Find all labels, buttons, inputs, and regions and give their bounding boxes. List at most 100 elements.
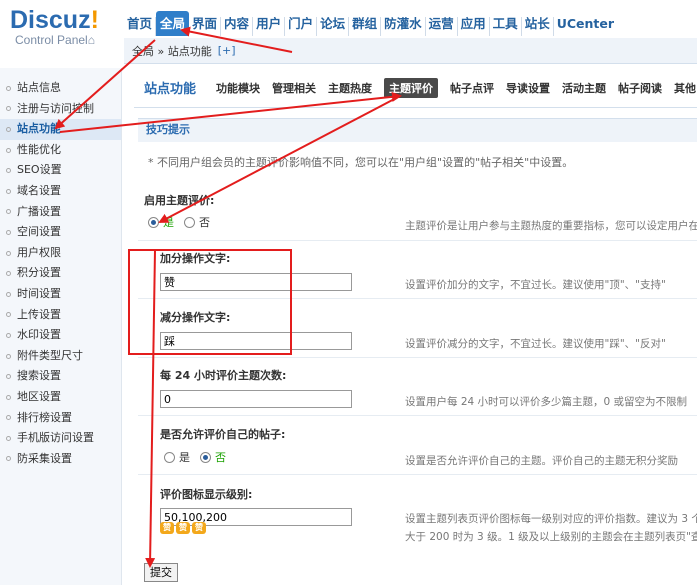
sub-tab[interactable]: 其他 [674,80,696,96]
bullet-icon [6,271,11,277]
topnav-item[interactable]: 工具 [490,17,522,36]
bullet-icon [6,168,11,174]
sub-tab[interactable]: 导读设置 [506,80,550,96]
submit-button[interactable]: 提交 [144,563,178,582]
topnav-item[interactable]: 门户 [285,17,318,36]
sub-tab[interactable]: 活动主题 [562,80,606,96]
divider [138,240,697,241]
sidebar-item[interactable]: 附件类型尺寸 [0,346,121,367]
sidebar-item[interactable]: 积分设置 [0,263,121,284]
main-header: 站点功能 功能模块 管理相关 主题热度 主题评价 帖子点评 导读设置 活动主题 帖子阅读 其他 [134,68,697,108]
sidebar-item[interactable]: 域名设置 [0,181,121,202]
sidebar-item-label: 手机版访问设置 [17,431,94,445]
enable-rating-no-radio[interactable] [184,216,195,228]
topnav-item[interactable]: 全局 [156,11,190,36]
rating-badge-icon: 赞 [160,522,174,534]
daily-limit-input[interactable] [160,390,352,408]
sub-tab[interactable]: 帖子点评 [450,80,494,96]
sub-tab[interactable]: 功能模块 [216,80,260,96]
enable-rating-yes-radio[interactable] [148,216,159,228]
sidebar-item[interactable]: 防采集设置 [0,449,121,470]
sub-tab[interactable]: 管理相关 [272,80,316,96]
divider [138,474,697,475]
self-rate-label: 是否允许评价自己的帖子: [160,428,286,441]
home-icon[interactable]: ⌂ [88,33,95,47]
self-rate-yes-radio[interactable] [164,451,175,463]
topnav-item[interactable]: 内容 [221,17,254,36]
sidebar-item[interactable]: 上传设置 [0,305,121,326]
daily-limit-hint: 设置用户每 24 小时可以评价多少篇主题，0 或留空为不限制 [405,396,688,408]
enable-rating-yes-label[interactable]: 是 [163,214,174,230]
sidebar-item-label: 用户权限 [17,245,61,259]
levels-hint-1: 设置主题列表页评价图标每一级别对应的评价指数。建议为 3 个级 [405,513,697,525]
bullet-icon [6,85,11,91]
topnav-item[interactable]: 论坛 [317,17,350,36]
top-nav: 首页 全局 界面 内容 用户 门户 论坛 群组 防灌水 运营 应用 工具 站长 UCenter [124,6,617,36]
sidebar-item[interactable]: 广播设置 [0,202,121,223]
enable-rating-hint: 主题评价是让用户参与主题热度的重要指标，您可以设定用户在每天 [405,220,697,232]
bullet-icon [6,435,11,441]
sidebar-item-label: 水印设置 [17,328,61,342]
sub-tab[interactable]: 主题热度 [328,80,372,96]
sidebar-item[interactable]: 站点功能 [0,119,121,140]
sidebar-item-label: 注册与访问控制 [17,101,94,115]
bullet-icon [6,353,11,359]
sidebar-item[interactable]: 手机版访问设置 [0,428,121,449]
minus-text-hint: 设置评价减分的文字，不宜过长。建议使用"踩"、"反对" [405,338,666,350]
sidebar: 站点信息注册与访问控制 站点功能性能优化 SEO设置域名设置广播设置空间设置用户权限… [0,68,122,585]
page-title: 站点功能 [144,82,197,97]
sidebar-item[interactable]: 站点信息 [0,78,121,99]
sidebar-item[interactable]: 排行榜设置 [0,408,121,429]
tip-text: * 不同用户组会员的主题评价影响值不同，您可以在"用户组"设置的"帖子相关"中设… [148,156,574,169]
sidebar-item[interactable]: 空间设置 [0,222,121,243]
sidebar-item-label: 积分设置 [17,266,61,280]
sidebar-item[interactable]: 搜索设置 [0,366,121,387]
sub-tab[interactable]: 帖子阅读 [618,80,662,96]
sidebar-item-label: 广播设置 [17,204,61,218]
sidebar-item[interactable]: 注册与访问控制 [0,99,121,120]
topnav-item[interactable]: 运营 [426,17,458,36]
enable-rating-label: 启用主题评价: [144,194,215,207]
sub-tabs: 功能模块 管理相关 主题热度 主题评价 帖子点评 导读设置 活动主题 帖子阅读 其他 [216,77,697,98]
topnav-item[interactable]: 站长 [522,17,554,36]
self-rate-yes-label[interactable]: 是 [179,449,190,465]
topnav-item[interactable]: 群组 [349,17,382,36]
sidebar-item[interactable]: 时间设置 [0,284,121,305]
sidebar-item[interactable]: 性能优化 [0,140,121,161]
sidebar-item[interactable]: 水印设置 [0,325,121,346]
bullet-icon [6,415,11,421]
sidebar-item[interactable]: SEO设置 [0,160,121,181]
topnav-item[interactable]: UCenter [554,17,617,36]
rating-badge-icon: 赞 [192,522,206,534]
sidebar-item-label: 防采集设置 [17,451,72,465]
bullet-icon [6,209,11,215]
header: Discuz! Control Panel⌂ 首页 全局 界面 内容 用户 门户 论坛 群组防… [0,0,697,68]
sidebar-item[interactable]: 用户权限 [0,243,121,264]
self-rate-no-radio[interactable] [200,451,211,463]
sidebar-item[interactable]: 地区设置 [0,387,121,408]
sidebar-item-label: 站点信息 [17,81,61,94]
topnav-item[interactable]: 首页 [124,17,157,36]
add-shortcut-button[interactable]: [+] [218,44,236,57]
bullet-icon [6,188,11,194]
bullet-icon [6,312,11,318]
sidebar-item-label: 站点功能 [17,122,61,136]
bullet-icon [6,229,11,235]
sidebar-item-label: 时间设置 [17,286,61,300]
sidebar-item-label: SEO设置 [17,163,62,177]
logo-text: Discuz [10,6,91,34]
sidebar-item-label: 性能优化 [17,142,61,156]
enable-rating-no-label[interactable]: 否 [199,214,210,230]
enable-rating-radios: 是 否 [148,214,220,230]
bullet-icon [6,291,11,297]
sub-tab[interactable]: 主题评价 [384,77,439,98]
logo[interactable]: Discuz! Control Panel⌂ [10,6,99,47]
self-rate-no-label[interactable]: 否 [215,449,226,465]
topnav-item[interactable]: 用户 [253,17,286,36]
topnav-item[interactable]: 应用 [458,17,490,36]
breadcrumb: 全局 » 站点功能 [132,44,212,58]
topnav-item[interactable]: 防灌水 [381,17,426,36]
rating-badge-icon: 赞 [176,522,190,534]
topnav-item[interactable]: 界面 [189,17,222,36]
bullet-icon [6,332,11,338]
